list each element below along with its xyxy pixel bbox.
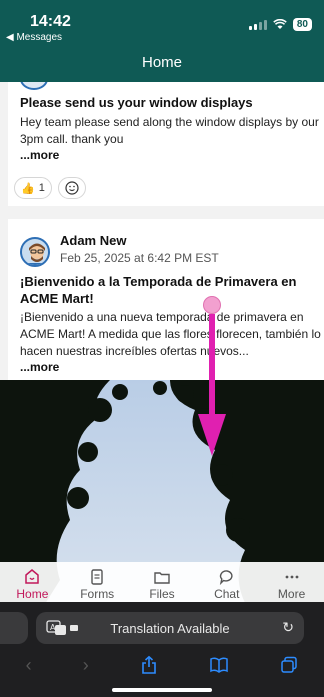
signal-icon bbox=[248, 19, 267, 30]
post-title: Please send us your window displays bbox=[20, 95, 253, 110]
forward-arrow-icon[interactable]: › bbox=[83, 655, 89, 676]
wifi-icon bbox=[273, 19, 287, 29]
tab-files[interactable]: Files bbox=[132, 567, 192, 601]
tab-label: More bbox=[277, 587, 306, 601]
avatar bbox=[20, 82, 48, 90]
translation-available-label: Translation Available bbox=[110, 620, 230, 636]
translate-icon[interactable]: A bbox=[46, 620, 80, 636]
avatar[interactable] bbox=[20, 237, 50, 267]
post-body: ¡Bienvenido a una nueva temporada de pri… bbox=[20, 310, 321, 358]
share-icon[interactable] bbox=[140, 655, 158, 675]
status-time: 14:42 bbox=[30, 13, 71, 30]
add-reaction-icon bbox=[65, 181, 79, 195]
tab-forms[interactable]: Forms bbox=[67, 567, 127, 601]
feed[interactable]: Please send us your window displays Hey … bbox=[0, 82, 324, 612]
more-link[interactable]: ...more bbox=[20, 360, 59, 374]
tab-chat[interactable]: Chat bbox=[197, 567, 257, 601]
thumbs-up-icon: 👍 bbox=[21, 182, 35, 195]
browser-toolbar: A Translation Available ↻ ‹ › bbox=[0, 602, 324, 697]
reactions: 👍 1 bbox=[14, 177, 86, 199]
previous-tab-preview[interactable] bbox=[0, 612, 28, 644]
back-to-messages-link[interactable]: ◀ Messages bbox=[6, 32, 62, 43]
page-title: Home bbox=[141, 54, 182, 71]
post-card[interactable]: Adam New Feb 25, 2025 at 6:42 PM EST ¡Bi… bbox=[0, 219, 324, 612]
app-header: 14:42 ◀ Messages 80 Home bbox=[0, 0, 324, 82]
tabs-icon[interactable] bbox=[280, 656, 298, 674]
tab-more[interactable]: More bbox=[262, 567, 322, 601]
post-date: Feb 25, 2025 at 6:42 PM EST bbox=[60, 251, 219, 265]
tab-label: Home bbox=[16, 587, 49, 601]
post-title: ¡Bienvenido a la Temporada de Primavera … bbox=[20, 274, 297, 306]
reload-icon[interactable]: ↻ bbox=[282, 619, 294, 636]
reaction-count: 1 bbox=[38, 182, 45, 194]
swipe-down-arrow-icon bbox=[198, 314, 226, 456]
post-author[interactable]: Adam New bbox=[60, 233, 126, 248]
tab-label: Forms bbox=[80, 587, 115, 601]
back-arrow-icon[interactable]: ‹ bbox=[26, 655, 32, 676]
tab-label: Files bbox=[149, 587, 175, 601]
status-icons: 80 bbox=[248, 18, 312, 31]
folder-icon bbox=[154, 572, 170, 584]
post-card[interactable]: Please send us your window displays Hey … bbox=[8, 82, 324, 206]
more-icon bbox=[285, 575, 298, 579]
chat-icon bbox=[219, 570, 233, 586]
post-body: Hey team please send along the window di… bbox=[20, 115, 319, 146]
more-link[interactable]: ...more bbox=[20, 148, 59, 162]
browser-nav-row: ‹ › bbox=[0, 652, 324, 678]
tab-home[interactable]: Home bbox=[2, 567, 62, 601]
home-indicator bbox=[112, 688, 212, 692]
forms-icon bbox=[91, 569, 103, 585]
thumbs-up-reaction[interactable]: 👍 1 bbox=[14, 177, 52, 199]
add-reaction-button[interactable] bbox=[57, 177, 86, 199]
avatar-face-icon bbox=[28, 243, 46, 265]
address-bar[interactable]: A Translation Available ↻ bbox=[36, 612, 304, 644]
bookmarks-icon[interactable] bbox=[209, 656, 229, 674]
home-icon bbox=[25, 569, 40, 584]
tab-label: Chat bbox=[214, 587, 240, 601]
battery-icon: 80 bbox=[292, 18, 312, 31]
touch-point-indicator bbox=[203, 296, 221, 314]
